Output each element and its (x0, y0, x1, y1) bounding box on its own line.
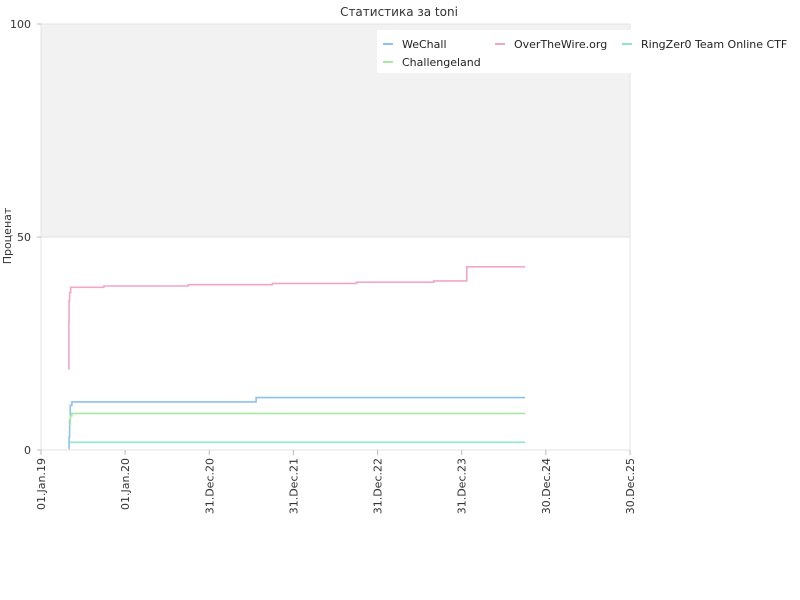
x-tick-label: 31.Dec.20 (203, 458, 216, 514)
series-line-wechall (68, 396, 526, 450)
x-tick-label: 30.Dec.24 (540, 458, 553, 514)
series-line-overthewire-org (68, 266, 526, 370)
chart-title: Статистика за toni (340, 5, 458, 19)
x-tick-label: 31.Dec.23 (456, 458, 469, 514)
y-axis-label: Проценат (1, 207, 14, 264)
plot-area: 0 50 100 01.Jan.19 01.Jan.20 31.Dec.20 31.Dec.… (10, 18, 637, 514)
legend: WeChall OverTheWire.org RingZer0 Team Onli… (377, 30, 787, 73)
y-tick-label: 0 (24, 444, 31, 457)
y-tick-label: 100 (10, 18, 31, 31)
legend-label: OverTheWire.org (514, 38, 607, 51)
x-tick-label: 31.Dec.22 (372, 458, 385, 514)
x-tick-label: 31.Dec.21 (287, 458, 300, 514)
chart: Статистика за toni Проценат 0 50 100 01.Jan… (1, 5, 787, 514)
legend-label: RingZer0 Team Online CTF (641, 38, 787, 51)
legend-label: WeChall (402, 38, 447, 51)
x-tick-label: 01.Jan.19 (35, 458, 48, 510)
x-tick-label: 01.Jan.20 (119, 458, 132, 510)
y-tick-label: 50 (17, 231, 31, 244)
series-line-challengeland (69, 412, 526, 426)
x-tick-label: 30.Dec.25 (624, 458, 637, 514)
legend-label: Challengeland (402, 56, 481, 69)
